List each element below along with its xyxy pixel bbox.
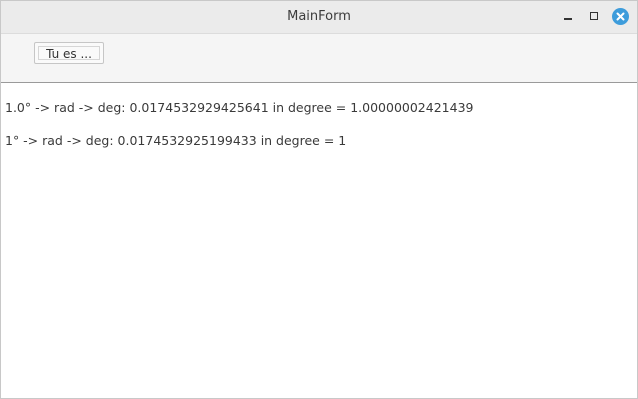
window-title: MainForm — [287, 9, 351, 24]
minimize-icon — [564, 18, 572, 20]
close-icon — [616, 12, 625, 21]
maximize-icon — [590, 12, 598, 20]
close-button[interactable] — [611, 7, 631, 27]
tu-es-button[interactable]: Tu es ... — [34, 42, 104, 64]
tu-es-button-label: Tu es ... — [38, 46, 100, 61]
output-line-1: 1.0° -> rad -> deg: 0.0174532929425641 i… — [5, 100, 474, 115]
output-area: 1.0° -> rad -> deg: 0.0174532929425641 i… — [1, 83, 637, 398]
minimize-button[interactable] — [559, 7, 579, 27]
maximize-button[interactable] — [585, 7, 605, 27]
title-bar[interactable]: MainForm — [1, 1, 637, 34]
toolbar: Tu es ... — [1, 34, 637, 83]
output-line-2: 1° -> rad -> deg: 0.0174532925199433 in … — [5, 133, 347, 148]
main-window: MainForm Tu es ... 1.0° -> rad -> deg: 0… — [0, 0, 638, 399]
